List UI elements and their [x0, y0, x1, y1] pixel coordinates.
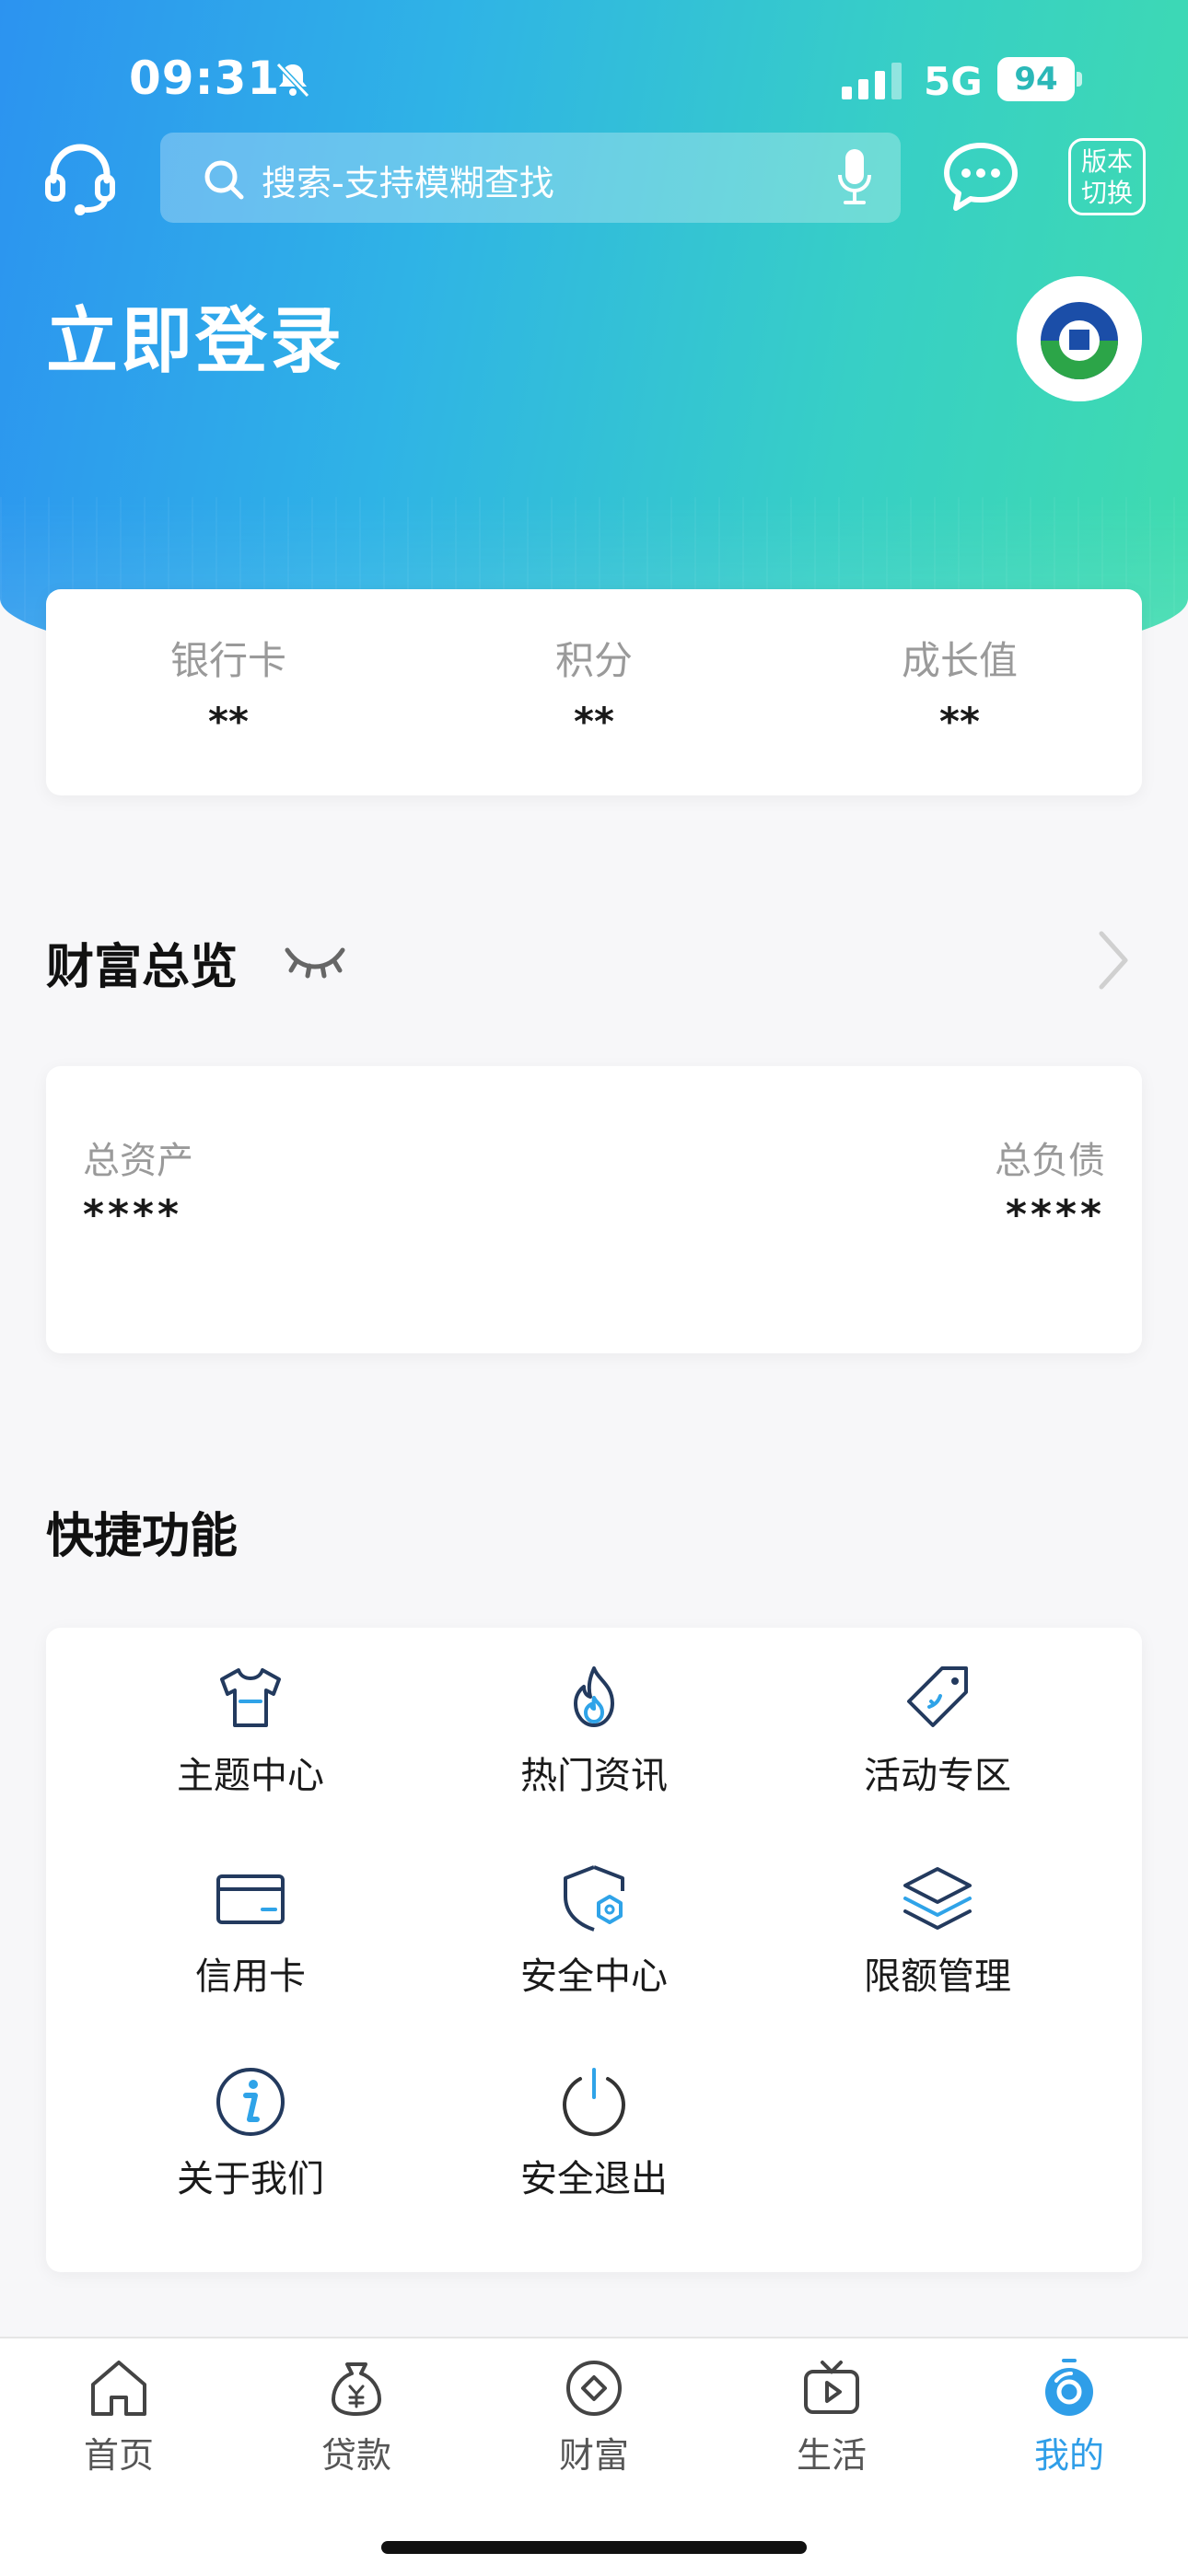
quick-functions-card: 主题中心 热门资讯 活动专区 信用卡 安全中心 限额管理 关于我们 安全退出	[46, 1628, 1142, 2272]
shield-icon	[564, 1865, 624, 1932]
quick-security-center[interactable]: 安全中心	[456, 1862, 732, 2000]
chevron-right-icon[interactable]	[1096, 930, 1129, 991]
total-liabilities-value: ****	[1005, 1191, 1105, 1238]
version-switch-line2: 切换	[1080, 178, 1133, 208]
microphone-icon[interactable]	[836, 147, 873, 206]
quick-logout[interactable]: 安全退出	[456, 2064, 732, 2202]
tab-label: 我的	[1033, 2435, 1104, 2476]
customer-service-icon[interactable]	[41, 138, 120, 217]
total-assets-value: ****	[83, 1191, 183, 1238]
quick-item-label: 限额管理	[864, 1955, 1011, 1998]
version-switch-line1: 版本	[1080, 146, 1133, 177]
tab-label: 贷款	[320, 2435, 391, 2476]
tag-icon	[907, 1666, 968, 1727]
tab-label: 首页	[83, 2435, 154, 2476]
tab-label: 财富	[558, 2435, 629, 2476]
bell-muted-icon	[275, 62, 310, 99]
quick-item-label: 热门资讯	[520, 1755, 668, 1797]
search-placeholder: 搜索-支持模糊查找	[262, 163, 554, 203]
tab-life[interactable]: 生活	[740, 2355, 924, 2477]
total-assets-label: 总资产	[83, 1140, 193, 1182]
stat-points[interactable]: 积分 **	[412, 630, 776, 744]
layers-icon	[903, 1867, 972, 1930]
stat-value: **	[939, 699, 980, 744]
tab-wealth[interactable]: 财富	[502, 2355, 686, 2477]
quick-limit-management[interactable]: 限额管理	[799, 1862, 1076, 2000]
power-icon	[563, 2068, 625, 2137]
quick-item-label: 关于我们	[177, 2158, 324, 2200]
stat-growth[interactable]: 成长值 **	[777, 630, 1142, 744]
message-icon[interactable]	[941, 138, 1020, 217]
home-indicator	[381, 2541, 807, 2554]
stat-label: 积分	[554, 638, 633, 683]
battery-level: 94	[997, 57, 1075, 101]
bottom-tab-bar: 首页 贷款 财富 生活 我的	[0, 2337, 1188, 2576]
tab-home[interactable]: 首页	[27, 2355, 211, 2477]
quick-theme-center[interactable]: 主题中心	[112, 1661, 389, 1799]
quick-hot-news[interactable]: 热门资讯	[456, 1661, 732, 1799]
diamond-icon	[566, 2361, 622, 2416]
info-icon	[216, 2068, 285, 2136]
quick-credit-card[interactable]: 信用卡	[112, 1862, 389, 2000]
quick-functions-title: 快捷功能	[46, 1509, 239, 1564]
eye-hidden-icon[interactable]	[284, 937, 346, 981]
money-bag-icon	[332, 2362, 381, 2416]
tab-loan[interactable]: 贷款	[264, 2355, 448, 2477]
shirt-icon	[220, 1668, 281, 1727]
version-switch-button[interactable]: 版本 切换	[1068, 138, 1146, 215]
total-liabilities-label: 总负债	[995, 1140, 1105, 1182]
tab-label: 生活	[796, 2435, 867, 2476]
stat-value: **	[574, 699, 614, 744]
wealth-overview-card[interactable]: 总资产 **** 总负债 ****	[46, 1066, 1142, 1353]
quick-about-us[interactable]: 关于我们	[112, 2064, 389, 2202]
quick-item-label: 安全退出	[520, 2158, 668, 2200]
quick-item-label: 主题中心	[177, 1755, 324, 1797]
status-time: 09:31	[129, 52, 281, 105]
quick-item-label: 安全中心	[520, 1955, 668, 1998]
stat-value: **	[208, 699, 249, 744]
profile-icon	[1045, 2359, 1093, 2416]
tab-mine[interactable]: 我的	[977, 2355, 1161, 2477]
wealth-title: 财富总览	[46, 940, 239, 995]
home-icon	[91, 2361, 146, 2416]
stat-label: 成长值	[901, 638, 1018, 683]
quick-item-label: 活动专区	[864, 1755, 1011, 1797]
search-bar[interactable]: 搜索-支持模糊查找	[160, 133, 901, 223]
battery-tip	[1077, 72, 1082, 87]
credit-card-icon	[216, 1874, 285, 1924]
quick-item-label: 信用卡	[195, 1955, 306, 1998]
stat-bank-cards[interactable]: 银行卡 **	[46, 630, 411, 744]
quick-activity-zone[interactable]: 活动专区	[799, 1661, 1076, 1799]
account-summary-card: 银行卡 ** 积分 ** 成长值 **	[46, 589, 1142, 795]
stat-label: 银行卡	[169, 638, 286, 683]
search-icon	[204, 160, 244, 200]
tv-icon	[804, 2361, 859, 2414]
flame-icon	[574, 1666, 614, 1727]
signal-icon	[842, 63, 902, 99]
login-link[interactable]: 立即登录	[46, 284, 344, 387]
network-type: 5G	[924, 59, 983, 104]
bank-logo-icon	[1017, 276, 1142, 401]
battery-indicator: 94	[997, 57, 1082, 101]
